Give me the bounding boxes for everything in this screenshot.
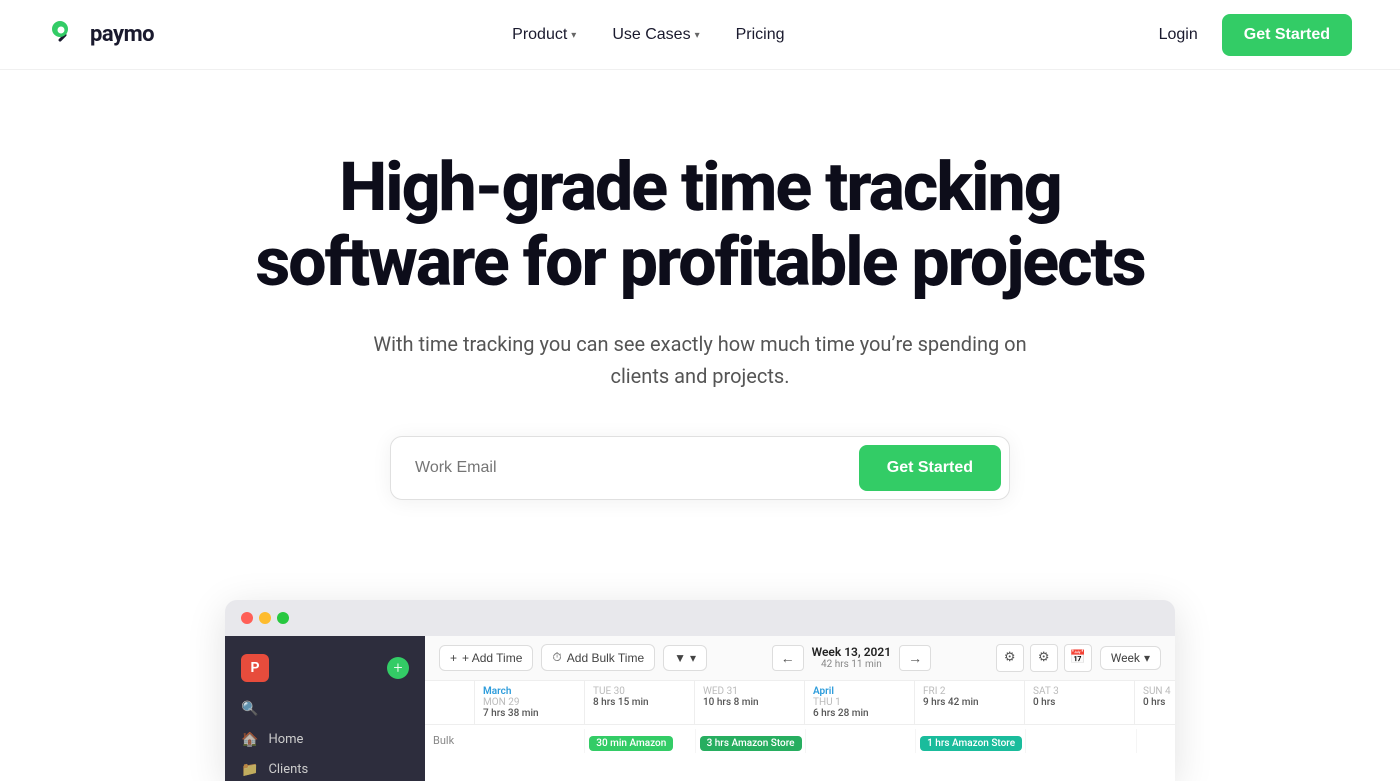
filter-chevron-icon: ▾: [690, 651, 696, 665]
time-tag-amazon-store-fri[interactable]: 1 hrs Amazon Store: [920, 736, 1022, 751]
time-cell-sun: [1137, 729, 1175, 753]
hero-section: High-grade time tracking software for pr…: [0, 70, 1400, 600]
logo[interactable]: paymo: [48, 17, 154, 53]
sidebar-add-button[interactable]: +: [387, 657, 409, 679]
row-label: Bulk: [425, 734, 475, 747]
time-cell-fri: 1 hrs Amazon Store: [916, 729, 1026, 753]
calendar-icon[interactable]: 📅: [1064, 644, 1092, 672]
app-sidebar: P + 🔍 🏠 Home 📁 Clients 📂 Projects: [225, 636, 425, 781]
sidebar-logo-icon: P: [241, 654, 269, 682]
email-input[interactable]: [415, 459, 859, 477]
time-cell-thu: [806, 729, 916, 753]
toolbar-icons: ⚙ ⚙ 📅: [996, 644, 1092, 672]
window-dot-yellow: [259, 612, 271, 624]
nav-actions: Login Get Started: [1143, 14, 1352, 56]
email-form-wrapper: Get Started: [48, 436, 1352, 500]
week-select-chevron-icon: ▾: [1144, 651, 1150, 665]
time-header-tue: TUE 30 8 hrs 15 min: [585, 681, 695, 724]
gear-icon[interactable]: ⚙: [1030, 644, 1058, 672]
app-preview: P + 🔍 🏠 Home 📁 Clients 📂 Projects: [0, 600, 1400, 781]
time-header-fri: FRI 2 9 hrs 42 min: [915, 681, 1025, 724]
get-started-nav-button[interactable]: Get Started: [1222, 14, 1352, 56]
clients-icon: 📁: [241, 762, 258, 778]
logo-text: paymo: [90, 22, 154, 47]
app-toolbar: + + Add Time ⏱ Add Bulk Time ▼ ▾ ←: [425, 636, 1175, 681]
filter-icon: ▼: [674, 651, 686, 665]
clock-icon: ⏱: [552, 650, 561, 665]
time-tag-amazon-store[interactable]: 3 hrs Amazon Store: [700, 736, 802, 751]
email-form: Get Started: [390, 436, 1010, 500]
nav-use-cases[interactable]: Use Cases ▾: [598, 18, 713, 52]
time-cell-mon: [475, 729, 585, 753]
nav-pricing[interactable]: Pricing: [722, 18, 799, 52]
row-cells: 30 min Amazon 3 hrs Amazon Store 1 hrs A…: [475, 729, 1175, 753]
plus-icon: +: [450, 651, 457, 665]
time-header-label-col: [425, 681, 475, 724]
sidebar-header: P +: [225, 646, 425, 690]
sidebar-search: 🔍: [225, 694, 425, 725]
prev-week-button[interactable]: ←: [772, 645, 804, 671]
nav-links: Product ▾ Use Cases ▾ Pricing: [498, 18, 798, 52]
time-row-bulk: Bulk 30 min Amazon 3 hrs Amazon Store: [425, 725, 1175, 757]
time-cell-wed: 3 hrs Amazon Store: [696, 729, 806, 753]
toolbar-nav: ← Week 13, 2021 42 hrs 11 min →: [772, 645, 932, 671]
time-header-sat: SAT 3 0 hrs: [1025, 681, 1135, 724]
window-chrome: [225, 600, 1175, 636]
get-started-hero-button[interactable]: Get Started: [859, 445, 1001, 491]
sidebar-item-home[interactable]: 🏠 Home: [225, 725, 425, 755]
use-cases-chevron-icon: ▾: [695, 30, 700, 41]
window-dot-green: [277, 612, 289, 624]
logo-icon: [48, 17, 84, 53]
window-dot-red: [241, 612, 253, 624]
week-view-selector[interactable]: Week ▾: [1100, 646, 1161, 670]
settings-icon[interactable]: ⚙: [996, 644, 1024, 672]
time-header-thu: April THU 1 6 hrs 28 min: [805, 681, 915, 724]
time-cell-sat: [1026, 729, 1136, 753]
time-cell-tue: 30 min Amazon: [585, 729, 695, 753]
time-grid: March MON 29 7 hrs 38 min TUE 30 8 hrs 1…: [425, 681, 1175, 757]
hero-title: High-grade time tracking software for pr…: [250, 150, 1150, 300]
login-button[interactable]: Login: [1143, 18, 1214, 52]
window-body: P + 🔍 🏠 Home 📁 Clients 📂 Projects: [225, 636, 1175, 781]
hero-subtitle: With time tracking you can see exactly h…: [350, 328, 1050, 392]
nav-product[interactable]: Product ▾: [498, 18, 590, 52]
app-window: P + 🔍 🏠 Home 📁 Clients 📂 Projects: [225, 600, 1175, 781]
product-chevron-icon: ▾: [571, 30, 576, 41]
time-tag-amazon[interactable]: 30 min Amazon: [589, 736, 673, 751]
search-icon: 🔍: [241, 701, 258, 717]
time-header-sun: SUN 4 0 hrs: [1135, 681, 1175, 724]
week-display: Week 13, 2021 42 hrs 11 min: [812, 645, 892, 670]
app-main: + + Add Time ⏱ Add Bulk Time ▼ ▾ ←: [425, 636, 1175, 781]
add-time-button[interactable]: + + Add Time: [439, 645, 533, 671]
time-header-mon: March MON 29 7 hrs 38 min: [475, 681, 585, 724]
next-week-button[interactable]: →: [899, 645, 931, 671]
navbar: paymo Product ▾ Use Cases ▾ Pricing Logi…: [0, 0, 1400, 70]
home-icon: 🏠: [241, 732, 258, 748]
time-grid-header: March MON 29 7 hrs 38 min TUE 30 8 hrs 1…: [425, 681, 1175, 725]
add-bulk-time-button[interactable]: ⏱ Add Bulk Time: [541, 644, 655, 671]
time-header-wed: WED 31 10 hrs 8 min: [695, 681, 805, 724]
filter-control[interactable]: ▼ ▾: [663, 645, 707, 671]
